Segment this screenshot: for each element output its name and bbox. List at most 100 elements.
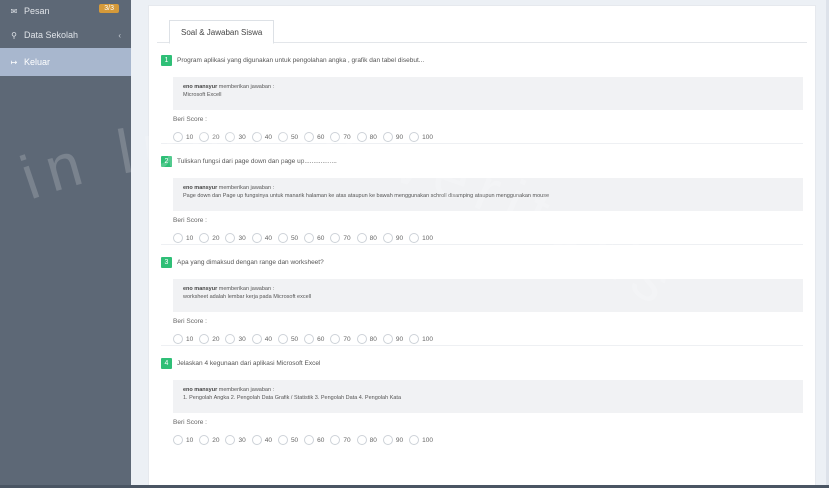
score-radio[interactable] bbox=[304, 435, 315, 445]
score-option-100[interactable]: 100 bbox=[409, 132, 433, 142]
score-option-70[interactable]: 70 bbox=[330, 132, 351, 142]
score-radio[interactable] bbox=[356, 233, 367, 243]
score-radio[interactable] bbox=[304, 334, 315, 344]
score-option-90[interactable]: 90 bbox=[382, 435, 404, 445]
score-option-40[interactable]: 40 bbox=[251, 132, 272, 142]
score-option-label: 20 bbox=[212, 234, 220, 242]
score-option-20[interactable]: 20 bbox=[199, 233, 219, 243]
score-option-90[interactable]: 90 bbox=[382, 132, 403, 142]
score-option-10[interactable]: 10 bbox=[173, 233, 193, 243]
score-option-60[interactable]: 60 bbox=[304, 233, 324, 243]
answer-box: eno mansyur memberikan jawaban : Microsof… bbox=[173, 77, 803, 110]
score-option-label: 60 bbox=[317, 234, 325, 242]
score-radio[interactable] bbox=[199, 334, 210, 344]
score-option-60[interactable]: 60 bbox=[304, 435, 324, 445]
score-option-80[interactable]: 80 bbox=[356, 233, 377, 243]
score-option-70[interactable]: 70 bbox=[330, 334, 351, 344]
score-radio[interactable] bbox=[330, 435, 341, 445]
score-option-50[interactable]: 50 bbox=[277, 435, 298, 445]
score-radio[interactable] bbox=[356, 435, 367, 445]
score-radio[interactable] bbox=[199, 132, 210, 142]
score-option-40[interactable]: 40 bbox=[251, 435, 272, 445]
score-option-10[interactable]: 10 bbox=[173, 334, 193, 344]
score-radio[interactable] bbox=[251, 132, 262, 142]
score-radio[interactable] bbox=[199, 435, 210, 445]
score-radio[interactable] bbox=[277, 132, 288, 142]
score-radio[interactable] bbox=[225, 435, 236, 445]
tab-soal-jawaban[interactable]: Soal & Jawaban Siswa bbox=[169, 20, 275, 44]
answer-author-suffix: memberikan jawaban : bbox=[217, 286, 275, 292]
score-option-30[interactable]: 30 bbox=[225, 132, 246, 142]
score-option-80[interactable]: 80 bbox=[356, 132, 377, 142]
score-option-100[interactable]: 100 bbox=[409, 435, 433, 445]
score-option-30[interactable]: 30 bbox=[225, 334, 246, 344]
score-option-label: 40 bbox=[264, 133, 272, 141]
score-radio[interactable] bbox=[304, 233, 315, 243]
score-option-20[interactable]: 20 bbox=[199, 435, 219, 445]
sidebar-item-data-sekolah[interactable]: ⚲ Data Sekolah ‹ bbox=[0, 22, 131, 48]
score-option-80[interactable]: 80 bbox=[356, 435, 377, 445]
score-option-label: 70 bbox=[343, 234, 351, 242]
score-radio[interactable] bbox=[382, 233, 393, 243]
score-radio[interactable] bbox=[409, 334, 420, 344]
score-option-label: 80 bbox=[369, 335, 377, 343]
score-option-70[interactable]: 70 bbox=[330, 435, 351, 445]
score-option-20[interactable]: 20 bbox=[199, 334, 219, 344]
score-radio[interactable] bbox=[409, 233, 420, 243]
question-list: 1 Program aplikasi yang digunakan untuk p… bbox=[149, 43, 815, 447]
score-radio[interactable] bbox=[251, 334, 262, 344]
score-radio[interactable] bbox=[173, 435, 183, 445]
score-radio[interactable] bbox=[277, 233, 288, 243]
score-radio[interactable] bbox=[409, 132, 420, 142]
score-radio[interactable] bbox=[225, 132, 236, 142]
score-option-30[interactable]: 30 bbox=[225, 435, 246, 445]
score-radio[interactable] bbox=[304, 132, 315, 142]
score-option-60[interactable]: 60 bbox=[304, 334, 324, 344]
score-radio[interactable] bbox=[225, 233, 236, 243]
score-radio[interactable] bbox=[382, 334, 393, 344]
score-radio[interactable] bbox=[277, 334, 288, 344]
score-radio[interactable] bbox=[356, 132, 367, 142]
score-radio[interactable] bbox=[173, 132, 183, 142]
score-option-90[interactable]: 90 bbox=[382, 233, 403, 243]
score-radio[interactable] bbox=[277, 435, 288, 445]
score-option-10[interactable]: 10 bbox=[173, 132, 193, 142]
score-radio[interactable] bbox=[173, 233, 183, 243]
score-option-70[interactable]: 70 bbox=[330, 233, 351, 243]
score-option-100[interactable]: 100 bbox=[409, 233, 433, 243]
score-option-label: 70 bbox=[343, 436, 351, 444]
score-option-label: 20 bbox=[212, 436, 220, 444]
score-option-100[interactable]: 100 bbox=[409, 334, 433, 344]
sidebar-item-pesan[interactable]: ✉ Pesan 3/3 bbox=[0, 0, 131, 22]
score-option-label: 100 bbox=[422, 335, 433, 343]
score-radio[interactable] bbox=[251, 435, 262, 445]
answer-author-suffix: memberikan jawaban : bbox=[217, 84, 275, 90]
question-number-badge: 2 bbox=[161, 155, 172, 167]
score-option-50[interactable]: 50 bbox=[277, 233, 298, 243]
score-radio[interactable] bbox=[356, 334, 367, 344]
score-radio[interactable] bbox=[330, 233, 341, 243]
score-radio[interactable] bbox=[225, 334, 236, 344]
score-option-90[interactable]: 90 bbox=[382, 334, 403, 344]
sidebar-item-keluar[interactable]: ↦ Keluar bbox=[0, 48, 131, 76]
question-text: Apa yang dimaksud dengan range dan works… bbox=[177, 258, 324, 266]
score-option-50[interactable]: 50 bbox=[277, 334, 298, 344]
score-radio[interactable] bbox=[330, 334, 341, 344]
score-radio[interactable] bbox=[382, 132, 393, 142]
score-option-20[interactable]: 20 bbox=[199, 132, 219, 142]
score-radio[interactable] bbox=[173, 334, 183, 344]
score-radio[interactable] bbox=[409, 435, 420, 445]
score-option-30[interactable]: 30 bbox=[225, 233, 246, 243]
score-option-80[interactable]: 80 bbox=[356, 334, 377, 344]
score-radio[interactable] bbox=[330, 132, 341, 142]
score-option-50[interactable]: 50 bbox=[277, 132, 298, 142]
score-option-label: 90 bbox=[395, 436, 404, 444]
score-option-40[interactable]: 40 bbox=[251, 233, 272, 243]
search-icon: ⚲ bbox=[11, 30, 17, 40]
score-option-40[interactable]: 40 bbox=[251, 334, 272, 344]
score-option-10[interactable]: 10 bbox=[173, 435, 193, 445]
score-option-60[interactable]: 60 bbox=[304, 132, 324, 142]
score-radio[interactable] bbox=[199, 233, 210, 243]
score-radio[interactable] bbox=[382, 435, 393, 445]
score-radio[interactable] bbox=[251, 233, 262, 243]
